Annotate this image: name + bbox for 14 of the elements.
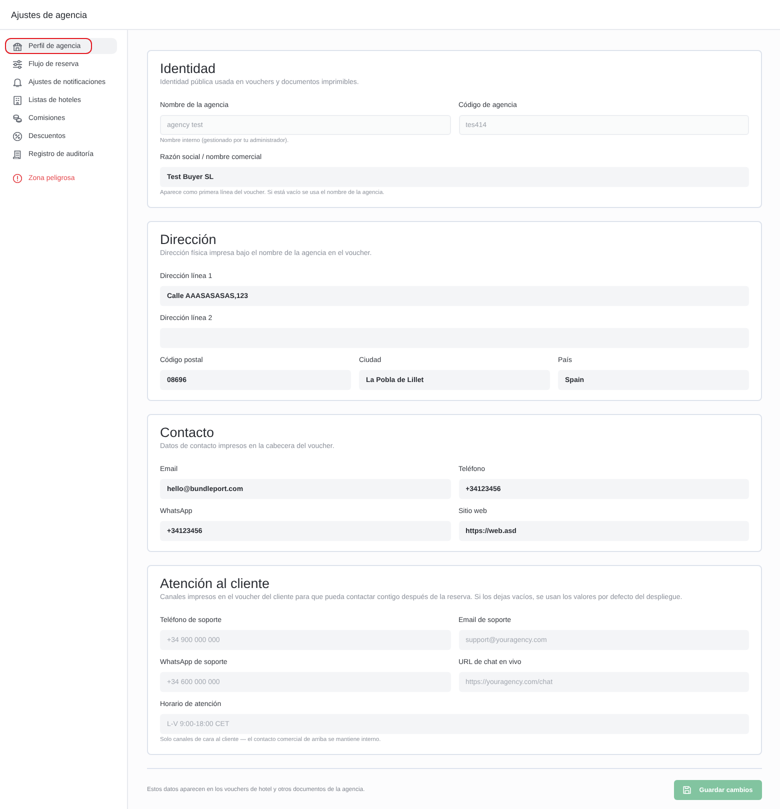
alert-icon bbox=[12, 174, 22, 182]
save-icon bbox=[683, 786, 692, 794]
percent-icon bbox=[12, 132, 22, 140]
section-title: Atención al cliente bbox=[160, 575, 271, 593]
building-icon bbox=[12, 96, 22, 104]
section-title: Contacto bbox=[160, 424, 216, 442]
coins-icon bbox=[12, 114, 22, 122]
scroll-icon bbox=[12, 150, 22, 158]
store-icon bbox=[12, 42, 22, 50]
section-title: Identidad bbox=[160, 60, 217, 78]
section-title: Dirección bbox=[160, 231, 218, 249]
page-title: Ajustes de agencia bbox=[11, 8, 88, 20]
bell-icon bbox=[12, 78, 22, 86]
sliders-icon bbox=[12, 60, 22, 68]
